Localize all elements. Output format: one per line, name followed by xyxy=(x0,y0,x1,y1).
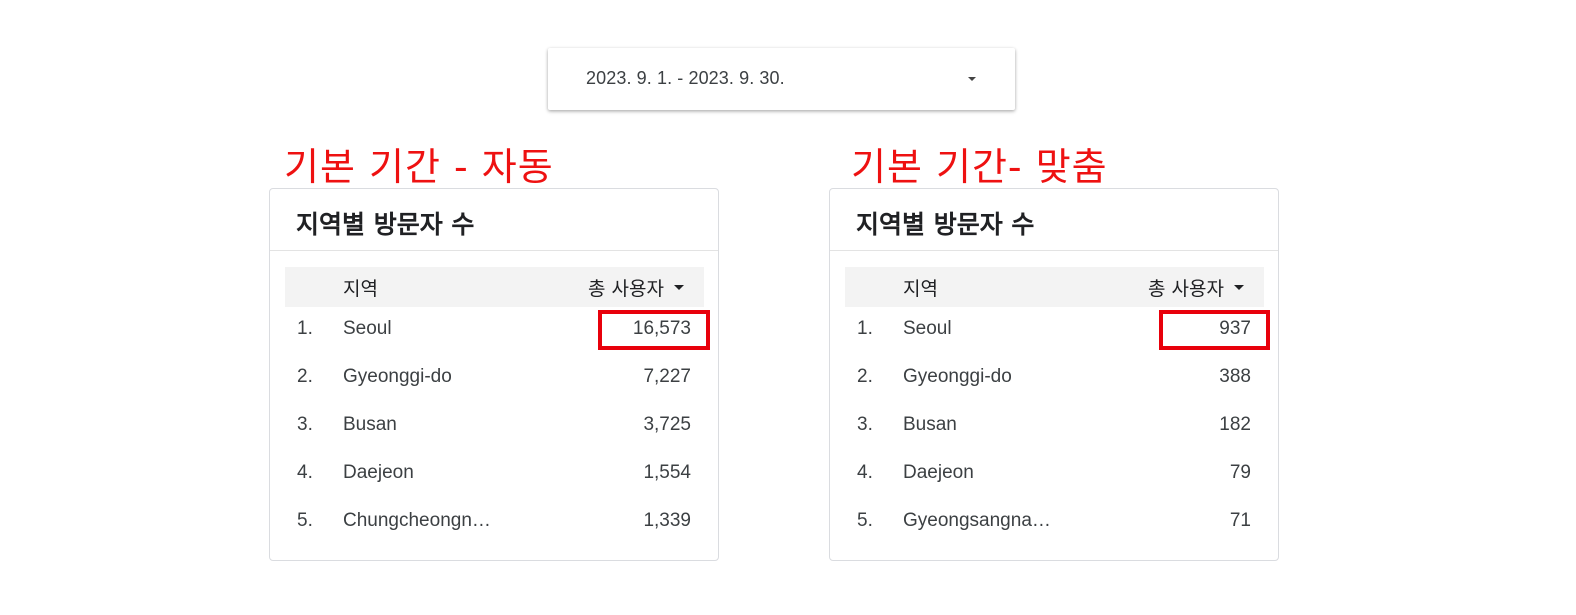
caret-down-icon[interactable] xyxy=(968,77,976,81)
row-rank: 2. xyxy=(857,366,873,387)
table-row: 4. Daejeon 79 xyxy=(845,449,1264,497)
table-row: 4. Daejeon 1,554 xyxy=(285,449,704,497)
row-users: 7,227 xyxy=(643,366,691,387)
table-row: 2. Gyeonggi-do 388 xyxy=(845,353,1264,401)
row-region: Chungcheongn… xyxy=(343,510,491,531)
visitors-by-region-card-auto: 지역별 방문자 수 지역 총 사용자 1. Seoul 16,573 2. Gy… xyxy=(269,188,719,561)
row-rank: 3. xyxy=(297,414,313,435)
table-header: 지역 총 사용자 xyxy=(285,267,704,307)
table-row: 5. Gyeongsangna… 71 xyxy=(845,497,1264,545)
row-rank: 1. xyxy=(857,318,873,339)
column-header-total-users[interactable]: 총 사용자 xyxy=(1148,274,1224,301)
annotation-custom: 기본 기간- 맞춤 xyxy=(851,145,1108,189)
row-users: 1,339 xyxy=(643,510,691,531)
row-users: 388 xyxy=(1219,366,1251,387)
row-rank: 4. xyxy=(857,462,873,483)
row-rank: 1. xyxy=(297,318,313,339)
row-users: 1,554 xyxy=(643,462,691,483)
table-row: 3. Busan 182 xyxy=(845,401,1264,449)
row-region: Daejeon xyxy=(903,462,974,483)
row-region: Gyeonggi-do xyxy=(343,366,452,387)
row-rank: 4. xyxy=(297,462,313,483)
row-rank: 2. xyxy=(297,366,313,387)
row-region: Busan xyxy=(903,414,957,435)
annotation-auto: 기본 기간 - 자동 xyxy=(284,145,554,189)
highlight-box xyxy=(598,310,710,350)
row-region: Busan xyxy=(343,414,397,435)
highlight-box xyxy=(1159,310,1270,350)
table-row: 2. Gyeonggi-do 7,227 xyxy=(285,353,704,401)
row-rank: 5. xyxy=(857,510,873,531)
row-users: 182 xyxy=(1219,414,1251,435)
column-header-total-users[interactable]: 총 사용자 xyxy=(588,274,664,301)
row-users: 79 xyxy=(1229,462,1251,483)
sort-desc-icon[interactable] xyxy=(1234,285,1244,290)
row-region: Gyeonggi-do xyxy=(903,366,1012,387)
row-users: 3,725 xyxy=(643,414,691,435)
card-title: 지역별 방문자 수 xyxy=(296,210,475,239)
row-region: Gyeongsangna… xyxy=(903,510,1051,531)
date-range-picker[interactable]: 2023. 9. 1. - 2023. 9. 30. xyxy=(548,48,1015,110)
sort-desc-icon[interactable] xyxy=(674,285,684,290)
visitors-by-region-card-custom: 지역별 방문자 수 지역 총 사용자 1. Seoul 937 2. Gyeon… xyxy=(829,188,1279,561)
row-users: 71 xyxy=(1229,510,1251,531)
divider xyxy=(830,250,1278,251)
column-header-region: 지역 xyxy=(903,278,938,300)
column-header-region: 지역 xyxy=(343,278,378,300)
table-row: 5. Chungcheongn… 1,339 xyxy=(285,497,704,545)
row-region: Daejeon xyxy=(343,462,414,483)
row-rank: 5. xyxy=(297,510,313,531)
date-range-label: 2023. 9. 1. - 2023. 9. 30. xyxy=(586,68,785,88)
card-title: 지역별 방문자 수 xyxy=(856,210,1035,239)
table-row: 3. Busan 3,725 xyxy=(285,401,704,449)
page: 2023. 9. 1. - 2023. 9. 30. 기본 기간 - 자동 기본… xyxy=(0,0,1576,615)
row-rank: 3. xyxy=(857,414,873,435)
row-region: Seoul xyxy=(343,318,392,339)
divider xyxy=(270,250,718,251)
table-header: 지역 총 사용자 xyxy=(845,267,1264,307)
row-region: Seoul xyxy=(903,318,952,339)
